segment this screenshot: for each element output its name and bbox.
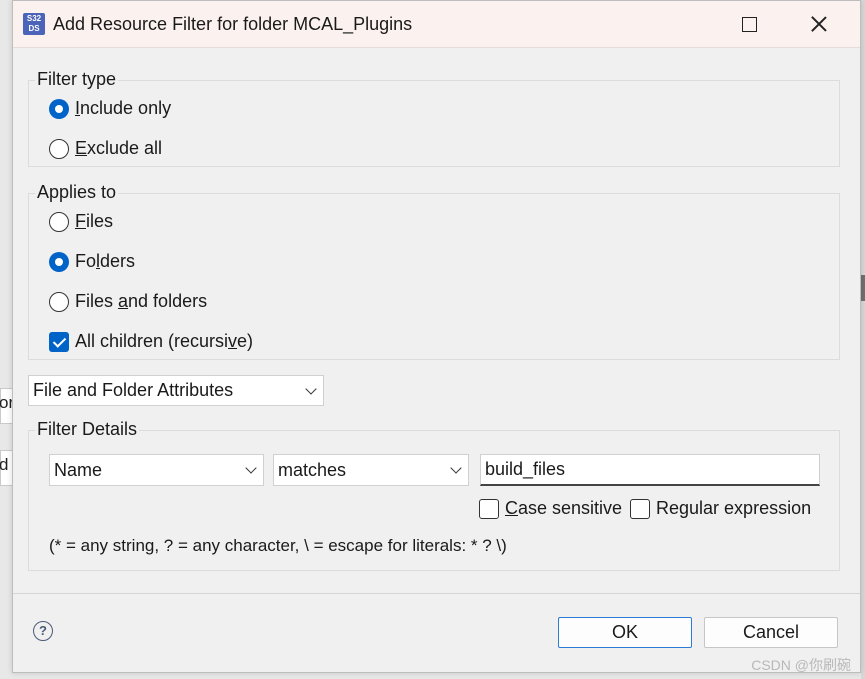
maximize-button[interactable] [734, 9, 764, 39]
app-icon: S32 DS [23, 13, 45, 35]
help-icon[interactable]: ? [33, 621, 53, 641]
attribute-type-value: File and Folder Attributes [33, 380, 234, 400]
chevron-down-icon [305, 382, 317, 395]
ok-button[interactable]: OK [558, 617, 692, 648]
case-sensitive-checkbox[interactable]: Case sensitive [479, 498, 622, 519]
window-title: Add Resource Filter for folder MCAL_Plug… [53, 14, 413, 34]
chevron-down-icon [245, 462, 257, 474]
pattern-input[interactable]: build_files [480, 454, 820, 486]
button-bar-divider [13, 593, 860, 594]
exclude-all-radio[interactable]: Exclude all [49, 138, 162, 159]
pattern-value: build_files [485, 459, 566, 479]
attribute-type-dropdown[interactable]: File and Folder Attributes [28, 375, 324, 406]
files-and-folders-label: Files and folders [75, 291, 208, 311]
checkbox-indicator [479, 498, 499, 519]
include-only-label: Include only [75, 98, 172, 118]
radio-indicator [49, 291, 69, 312]
operator-dropdown[interactable]: matches [273, 454, 469, 486]
regular-expression-label: Regular expression [656, 498, 812, 518]
background-window-edge [861, 0, 865, 679]
filter-type-label: Filter type [35, 69, 119, 90]
checkbox-indicator [630, 498, 650, 519]
include-only-radio[interactable]: Include only [49, 98, 171, 119]
radio-indicator [49, 211, 69, 232]
files-radio[interactable]: Files [49, 211, 113, 232]
operator-value: matches [278, 459, 347, 480]
checkbox-indicator [49, 331, 69, 352]
add-resource-filter-dialog: S32 DS Add Resource Filter for folder MC… [12, 0, 861, 673]
folders-label: Folders [75, 251, 136, 271]
chevron-down-icon [450, 462, 462, 474]
applies-to-label: Applies to [35, 182, 119, 203]
radio-indicator [49, 138, 69, 159]
watermark: CSDN @你刷碗 [751, 657, 851, 673]
title-bar: S32 DS Add Resource Filter for folder MC… [13, 1, 860, 48]
attribute-name-dropdown[interactable]: Name [49, 454, 264, 486]
close-button[interactable] [804, 9, 834, 39]
folders-radio[interactable]: Folders [49, 251, 135, 272]
all-children-recursive-checkbox[interactable]: All children (recursive) [49, 331, 253, 352]
files-and-folders-radio[interactable]: Files and folders [49, 291, 207, 312]
case-sensitive-label: Case sensitive [505, 498, 623, 518]
filter-details-label: Filter Details [35, 419, 140, 440]
radio-indicator [49, 98, 69, 119]
attribute-name-value: Name [54, 459, 103, 480]
pattern-syntax-hint: (* = any string, ? = any character, \ = … [49, 536, 507, 555]
exclude-all-label: Exclude all [75, 138, 163, 158]
regular-expression-checkbox[interactable]: Regular expression [630, 498, 811, 519]
background-window-text: d [0, 455, 9, 474]
radio-indicator [49, 251, 69, 272]
files-label: Files [75, 211, 114, 231]
all-children-label: All children (recursive) [75, 331, 254, 351]
background-scroll-thumb [861, 275, 865, 301]
cancel-button[interactable]: Cancel [704, 617, 838, 648]
